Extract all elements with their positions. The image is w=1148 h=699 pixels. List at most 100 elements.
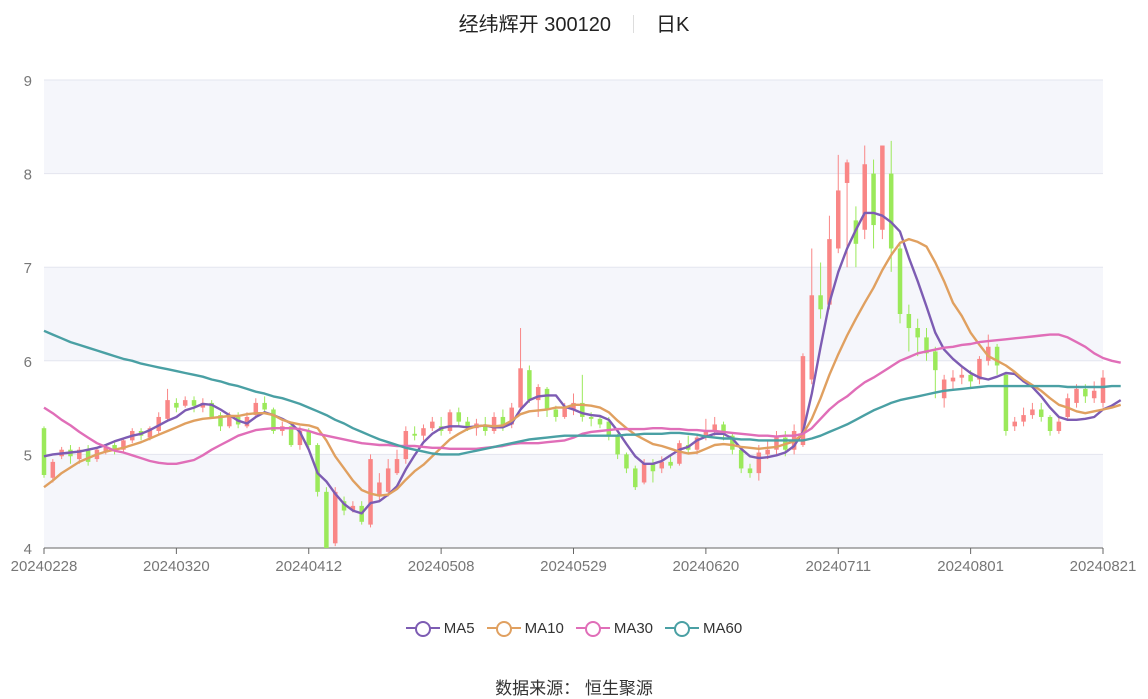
candle: [880, 145, 885, 240]
candle: [633, 465, 638, 490]
y-tick-label: 8: [24, 167, 32, 184]
legend-ma60[interactable]: MA60: [665, 620, 742, 637]
candle-body: [818, 295, 823, 310]
candle-body: [950, 377, 956, 382]
candle-body: [421, 428, 426, 436]
candle-body: [906, 314, 912, 329]
candle-body: [165, 400, 170, 419]
candle-body: [483, 426, 488, 431]
candle-body: [544, 388, 550, 410]
candle-body: [50, 461, 56, 478]
x-tick-label: 20240620: [673, 558, 740, 575]
candle: [430, 416, 435, 431]
candle-body: [809, 295, 815, 380]
data-source: 数据来源： 恒生聚源: [495, 679, 653, 698]
candle: [774, 431, 779, 455]
y-tick-label: 4: [24, 541, 32, 558]
candle: [174, 398, 179, 413]
candle: [950, 370, 956, 389]
legend-ma10[interactable]: MA10: [486, 620, 564, 637]
candle: [209, 400, 214, 419]
candle: [853, 206, 859, 268]
candle-body: [871, 173, 876, 226]
legend-marker-icon: [665, 621, 700, 637]
candle-body: [959, 374, 965, 378]
x-tick-label: 20240801: [937, 558, 1004, 575]
x-axis: 20240228 20240320 20240412 20240508 20240529…: [11, 547, 1137, 575]
candle-body: [738, 449, 744, 469]
candle-body: [1083, 388, 1088, 397]
candle-body: [668, 461, 673, 466]
candle-body: [412, 433, 417, 436]
candle: [527, 365, 532, 403]
legend-label: MA60: [703, 620, 743, 637]
candle-body: [1074, 388, 1079, 403]
candle: [1056, 416, 1062, 434]
candle-body: [641, 463, 647, 483]
candle-body: [41, 428, 47, 475]
candle: [456, 407, 462, 427]
candle-body: [597, 418, 603, 425]
candle-body: [518, 368, 523, 408]
legend-ma30[interactable]: MA30: [575, 620, 654, 637]
legend-marker-icon: [405, 621, 440, 637]
candle-body: [1056, 421, 1062, 431]
legend-label: MA5: [443, 620, 475, 637]
x-tick-label: 20240228: [11, 558, 78, 575]
candle-body: [836, 190, 841, 249]
candle: [897, 243, 903, 324]
candle-body: [562, 407, 567, 417]
y-tick-label: 5: [24, 447, 32, 464]
grid-bands: [44, 80, 1103, 548]
candle: [1047, 415, 1053, 436]
candle: [271, 407, 276, 434]
candle-body: [553, 409, 559, 417]
candle-body: [941, 379, 947, 399]
candle-body: [677, 443, 682, 464]
candle: [262, 396, 267, 413]
candle: [1021, 407, 1026, 427]
candle: [933, 346, 938, 399]
legend-label: MA30: [613, 620, 654, 637]
candle: [535, 384, 541, 417]
candle-body: [615, 435, 620, 455]
candle: [1030, 402, 1035, 419]
candle: [165, 388, 170, 422]
candle-body: [756, 452, 762, 474]
candle-body: [1100, 377, 1106, 403]
legend-ma5[interactable]: MA5: [405, 620, 475, 637]
candle-body: [659, 461, 664, 469]
candle-body: [844, 162, 850, 183]
candle-body: [430, 421, 435, 429]
candle: [438, 416, 444, 436]
candle: [191, 396, 197, 413]
candle: [977, 356, 982, 385]
candle-body: [306, 431, 311, 446]
candle-body: [1038, 409, 1044, 417]
candle-body: [1047, 416, 1053, 431]
candle: [218, 412, 223, 431]
legend-label: MA10: [524, 620, 564, 637]
candle-body: [588, 416, 594, 419]
candle-body: [447, 412, 453, 431]
candle-body: [182, 400, 188, 406]
candle-body: [765, 449, 770, 455]
candle-body: [191, 400, 197, 406]
candle: [491, 412, 497, 434]
candle-body: [491, 416, 497, 431]
y-axis: 4 5 6 7 8 9: [24, 73, 32, 558]
candle-body: [527, 370, 532, 401]
candle: [394, 449, 400, 475]
candle-body: [1030, 409, 1035, 416]
legend-marker-icon: [575, 621, 610, 637]
candle: [447, 409, 453, 434]
candle: [412, 426, 417, 441]
y-tick-label: 7: [24, 260, 32, 277]
candle-body: [933, 351, 938, 371]
x-tick-label: 20240320: [143, 558, 210, 575]
candle-body: [174, 402, 179, 408]
candle-body: [862, 164, 867, 230]
x-tick-label: 20240821: [1070, 558, 1137, 575]
candle-body: [968, 374, 973, 382]
grid-band: [44, 454, 1103, 548]
